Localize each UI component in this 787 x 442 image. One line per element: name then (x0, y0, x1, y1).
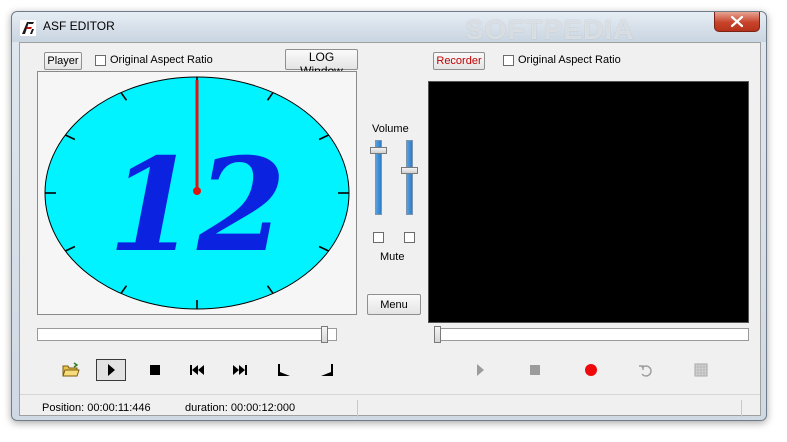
app-window: ASF EDITOR SOFTPEDIA Player Original Asp… (11, 11, 767, 421)
right-volume-thumb[interactable] (401, 167, 418, 175)
app-logo-icon (20, 20, 36, 36)
stop-icon (530, 365, 540, 375)
close-icon (730, 15, 744, 28)
stop-icon (150, 365, 160, 375)
skip-forward-button[interactable] (225, 359, 255, 381)
left-volume-thumb[interactable] (370, 146, 387, 154)
position-readout: Position: 00:00:11:446 (42, 402, 151, 414)
record-button[interactable] (576, 359, 606, 381)
grid-button[interactable] (686, 359, 716, 381)
player-video-frame: 12 (44, 76, 350, 310)
mark-out-icon (321, 364, 333, 376)
status-separator (357, 400, 358, 417)
undo-icon (639, 365, 652, 377)
mark-out-button[interactable] (312, 359, 342, 381)
recorder-button[interactable]: Recorder (433, 52, 485, 70)
player-aspect-ratio-label: Original Aspect Ratio (110, 54, 213, 66)
player-seek-bar[interactable] (37, 328, 337, 341)
stop-button[interactable] (140, 359, 170, 381)
recorder-aspect-ratio-checkbox[interactable] (503, 55, 514, 66)
record-icon (585, 364, 597, 376)
open-folder-icon (62, 362, 80, 377)
player-button[interactable]: Player (44, 52, 82, 70)
skip-forward-icon (233, 365, 247, 375)
title-bar[interactable]: ASF EDITOR SOFTPEDIA (12, 12, 766, 45)
mark-in-button[interactable] (269, 359, 299, 381)
mute-right-checkbox[interactable] (404, 232, 415, 243)
recorder-video-panel (428, 81, 749, 323)
menu-button[interactable]: Menu (367, 294, 421, 315)
mark-in-icon (278, 364, 290, 376)
open-button[interactable] (56, 359, 86, 381)
recorder-seek-bar[interactable] (434, 328, 749, 341)
client-area: Player Original Aspect Ratio LOG Window … (19, 42, 761, 417)
player-video-panel: 12 (37, 71, 357, 315)
log-window-button[interactable]: LOG Window (285, 49, 358, 78)
mute-left-checkbox[interactable] (373, 232, 384, 243)
status-separator-right (741, 400, 742, 417)
undo-button[interactable] (631, 359, 661, 381)
right-volume-track[interactable] (406, 140, 413, 215)
play-button[interactable] (96, 359, 126, 381)
clock-hub (193, 187, 201, 195)
close-button[interactable] (714, 12, 760, 32)
volume-label: Volume (372, 123, 409, 135)
mute-label: Mute (380, 251, 405, 263)
recorder-play-button[interactable] (465, 359, 495, 381)
duration-readout: duration: 00:00:12:000 (185, 402, 296, 414)
play-icon (108, 364, 115, 376)
player-seek-thumb[interactable] (321, 326, 329, 343)
recorder-aspect-ratio-label: Original Aspect Ratio (518, 54, 621, 66)
skip-back-button[interactable] (182, 359, 212, 381)
play-icon (477, 364, 484, 376)
status-divider (20, 394, 760, 395)
recorder-seek-thumb[interactable] (434, 326, 441, 343)
grid-icon (694, 363, 708, 377)
recorder-stop-button[interactable] (520, 359, 550, 381)
player-aspect-ratio-checkbox[interactable] (95, 55, 106, 66)
window-title: ASF EDITOR (43, 19, 115, 33)
skip-back-icon (190, 365, 204, 375)
